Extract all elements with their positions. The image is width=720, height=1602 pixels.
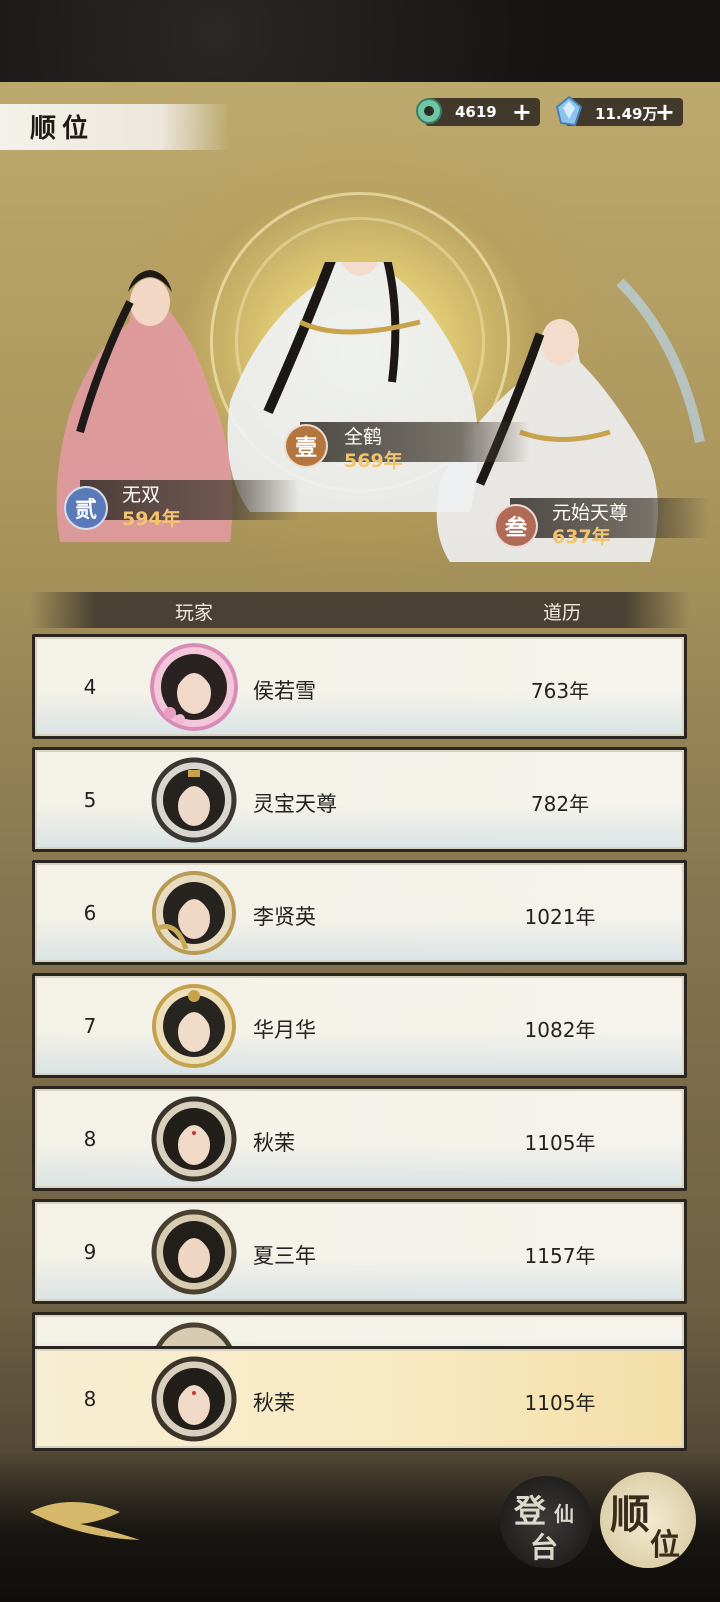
column-player: 玩家	[175, 602, 214, 624]
podium-first-name: 全鹤	[344, 426, 383, 448]
player-years: 1157年	[524, 1244, 596, 1268]
player-name: 夏三年	[253, 1244, 316, 1268]
first-place-medal: 壹	[284, 424, 328, 468]
second-place-medal: 贰	[64, 486, 108, 530]
ranking-scene: 顺位 4619 + 11.49万 + 壹 全鹤 569年 贰 无双 594年 叁…	[0, 82, 720, 1602]
page-title: 顺位	[30, 114, 95, 144]
table-row[interactable]: 8 秋茉 1105年	[32, 1086, 687, 1191]
player-years: 1105年	[524, 1391, 596, 1415]
table-row[interactable]: 7 华月华 1082年	[32, 973, 687, 1078]
player-name: 华月华	[253, 1018, 316, 1042]
column-years: 道历	[543, 602, 582, 624]
currency-crystal: 11.49万 +	[555, 95, 683, 127]
podium-third[interactable]: 叁 元始天尊 637年	[494, 498, 710, 548]
tab-shunwei-char2: 位	[650, 1528, 680, 1563]
player-name: 秋茉	[253, 1391, 295, 1415]
status-bar	[0, 0, 720, 82]
table-row[interactable]: 9 夏三年 1157年	[32, 1199, 687, 1304]
add-crystal-button[interactable]: +	[655, 98, 675, 126]
podium-second-name: 无双	[122, 484, 161, 506]
spirit-crystal-icon	[555, 95, 583, 127]
podium-third-name: 元始天尊	[552, 502, 629, 524]
podium-second-years: 594年	[122, 508, 181, 530]
player-avatar[interactable]	[150, 1355, 238, 1443]
table-row[interactable]: 5 灵宝天尊 782年	[32, 747, 687, 852]
player-avatar[interactable]	[150, 1208, 238, 1296]
tab-dengxiantai-char3: 台	[530, 1531, 559, 1564]
tab-dengxiantai-char2: 仙	[554, 1502, 574, 1526]
row-rank: 8	[83, 1387, 97, 1411]
player-avatar[interactable]	[150, 643, 238, 731]
player-avatar[interactable]	[150, 756, 238, 844]
player-years: 1082年	[524, 1018, 596, 1042]
jade-ring-icon	[416, 98, 442, 124]
podium-first-years: 569年	[344, 450, 403, 472]
crystal-amount: 11.49万	[595, 105, 658, 123]
row-rank: 7	[83, 1014, 97, 1038]
player-name: 李贤英	[253, 905, 316, 929]
player-years: 782年	[530, 792, 590, 816]
player-name: 侯若雪	[253, 679, 316, 703]
brush-ornament	[30, 1502, 140, 1540]
player-avatar[interactable]	[150, 982, 238, 1070]
player-name: 灵宝天尊	[253, 792, 337, 816]
add-jade-button[interactable]: +	[512, 98, 532, 126]
my-rank-row[interactable]: 8 秋茉 1105年	[32, 1346, 687, 1451]
podium-second[interactable]: 贰 无双 594年	[64, 480, 300, 530]
ranking-table-header: 玩家 道历	[30, 592, 690, 628]
player-avatar[interactable]	[150, 1095, 238, 1183]
tab-shunwei-char1: 顺	[610, 1492, 650, 1538]
row-rank: 5	[83, 788, 97, 812]
row-rank: 4	[83, 675, 97, 699]
jade-amount: 4619	[455, 103, 497, 121]
tab-shunwei[interactable]: 顺 位	[600, 1472, 696, 1568]
row-rank: 6	[83, 901, 97, 925]
table-row[interactable]: 6 李贤英 1021年	[32, 860, 687, 965]
third-place-medal: 叁	[494, 504, 538, 548]
player-avatar[interactable]	[150, 869, 238, 957]
currency-jade: 4619 +	[416, 98, 540, 126]
row-rank: 9	[83, 1240, 97, 1264]
player-years: 1105年	[524, 1131, 596, 1155]
tab-dengxiantai[interactable]: 登 仙 台	[500, 1476, 592, 1568]
table-row[interactable]: 4 侯若雪 763年	[32, 634, 687, 739]
podium-first[interactable]: 壹 全鹤 569年	[284, 422, 530, 472]
row-rank: 8	[83, 1127, 97, 1151]
player-name: 秋茉	[253, 1131, 295, 1155]
podium-third-years: 637年	[552, 526, 611, 548]
player-years: 763年	[530, 679, 590, 703]
player-years: 1021年	[524, 905, 596, 929]
